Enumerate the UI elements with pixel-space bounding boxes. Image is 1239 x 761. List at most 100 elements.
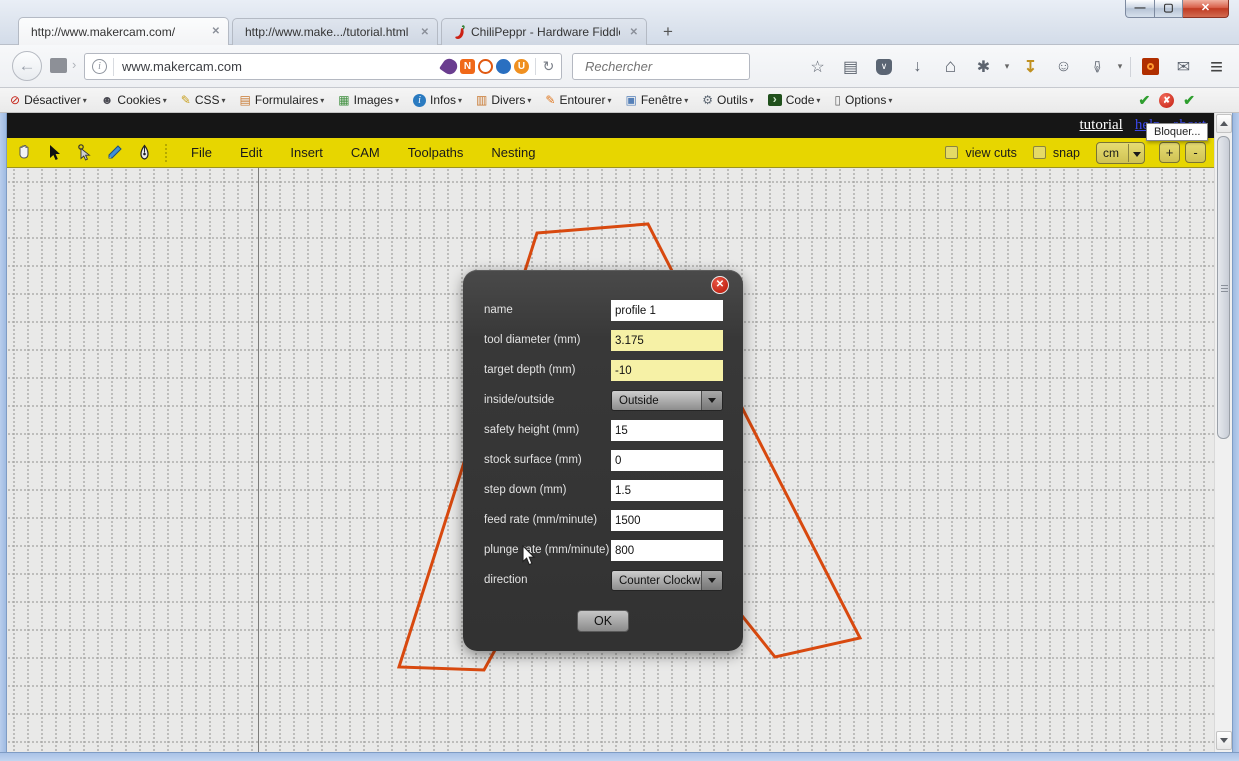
- ok-button[interactable]: OK: [577, 610, 629, 632]
- fly-addon-icon[interactable]: ✱: [967, 57, 1000, 77]
- zoom-out-button[interactable]: -: [1185, 142, 1206, 163]
- inside-outside-select[interactable]: Outside: [611, 390, 723, 411]
- name-input[interactable]: [611, 300, 723, 321]
- devbar-item-divers[interactable]: ▥Divers▾: [476, 93, 531, 107]
- snap-checkbox[interactable]: [1033, 146, 1046, 159]
- tool-diameter-input[interactable]: [611, 330, 723, 351]
- maximize-button[interactable]: ▢: [1155, 0, 1183, 18]
- devbar-item-code[interactable]: ›Code▾: [768, 93, 821, 107]
- pen-tool-button[interactable]: [131, 142, 157, 164]
- drawing-canvas[interactable]: ✕ name tool diameter (mm) target depth (…: [7, 168, 1214, 752]
- caret-icon: ▾: [83, 96, 87, 105]
- zoom-in-button[interactable]: +: [1159, 142, 1180, 163]
- tab-close-icon[interactable]: ✕: [630, 27, 638, 38]
- feed-rate-input[interactable]: [611, 510, 723, 531]
- plunge-rate-input[interactable]: [611, 540, 723, 561]
- devbar-item-formulaires[interactable]: ▤Formulaires▾: [240, 93, 325, 107]
- back-button[interactable]: ←: [12, 51, 42, 81]
- tutorial-link[interactable]: tutorial: [1080, 117, 1123, 134]
- tab-close-icon[interactable]: ✕: [212, 26, 220, 37]
- fireshot-icon[interactable]: [1142, 58, 1159, 75]
- home-icon[interactable]: ⌂: [934, 56, 967, 78]
- stock-surface-input[interactable]: [611, 450, 723, 471]
- disable-icon: ⊘: [10, 93, 20, 107]
- menu-file[interactable]: File: [191, 145, 212, 160]
- menu-edit[interactable]: Edit: [240, 145, 262, 160]
- page-scrollbar[interactable]: [1214, 113, 1232, 752]
- menu-insert[interactable]: Insert: [290, 145, 323, 160]
- devbar-item-css[interactable]: ✎CSS▾: [181, 93, 226, 107]
- field-row-tool-diameter: tool diameter (mm): [463, 330, 743, 351]
- mail-icon[interactable]: ✉: [1167, 57, 1200, 77]
- tab-chilipeppr[interactable]: ChiliPeppr - Hardware Fiddle ✕: [441, 18, 647, 45]
- bookmark-star-icon[interactable]: ☆: [801, 57, 834, 77]
- plugin-icon-2[interactable]: N: [460, 59, 475, 74]
- pencil-tool-button[interactable]: [101, 142, 127, 164]
- step-down-input[interactable]: [611, 480, 723, 501]
- plugin-icon-5[interactable]: U: [514, 59, 529, 74]
- direct-select-tool-button[interactable]: [71, 142, 97, 164]
- tab-tutorial[interactable]: http://www.make.../tutorial.html ✕: [232, 18, 438, 45]
- tab-makercam[interactable]: http://www.makercam.com/ ✕: [18, 17, 229, 45]
- plugin-icon-1[interactable]: [439, 56, 460, 77]
- devbar-label: Divers: [491, 93, 525, 107]
- reload-icon[interactable]: ↻: [535, 58, 561, 75]
- scrollbar-thumb[interactable]: [1217, 136, 1230, 439]
- safety-height-input[interactable]: [611, 420, 723, 441]
- valid-check-icon[interactable]: ✔: [1139, 92, 1151, 109]
- dialog-close-button[interactable]: ✕: [711, 276, 729, 294]
- downloadhelper-icon[interactable]: ↧: [1014, 57, 1047, 77]
- units-select[interactable]: cm: [1096, 142, 1145, 164]
- devbar-item-entourer[interactable]: ✎Entourer▾: [545, 93, 611, 107]
- devbar-item-cookies[interactable]: ☻Cookies▾: [101, 93, 167, 107]
- error-icon[interactable]: ✘: [1159, 93, 1174, 108]
- devbar-item-outils[interactable]: ⚙Outils▾: [702, 93, 753, 107]
- devbar-item-fenetre[interactable]: ▣Fenêtre▾: [626, 93, 689, 107]
- url-text[interactable]: www.makercam.com: [122, 59, 442, 74]
- site-info-icon[interactable]: i: [92, 59, 107, 74]
- close-window-button[interactable]: ✕: [1183, 0, 1229, 18]
- field-row-inside-outside: inside/outside Outside: [463, 390, 743, 411]
- menu-nesting[interactable]: Nesting: [491, 145, 535, 160]
- downloads-icon[interactable]: ↓: [901, 58, 934, 76]
- scroll-up-button[interactable]: [1216, 114, 1232, 133]
- select-tool-button[interactable]: [41, 142, 67, 164]
- new-tab-button[interactable]: +: [655, 22, 681, 44]
- divider: [1130, 57, 1131, 77]
- field-row-step-down: step down (mm): [463, 480, 743, 501]
- units-caret-icon: [1128, 144, 1144, 162]
- minimize-button[interactable]: —: [1125, 0, 1155, 18]
- menu-cam[interactable]: CAM: [351, 145, 380, 160]
- field-label: stock surface (mm): [484, 454, 582, 466]
- page-action-icon[interactable]: [50, 58, 67, 73]
- eyedropper-caret-icon[interactable]: ▾: [1113, 61, 1127, 72]
- fly-caret-icon[interactable]: ▾: [1000, 61, 1014, 72]
- window-controls: — ▢ ✕: [1125, 0, 1229, 18]
- target-depth-input[interactable]: [611, 360, 723, 381]
- pocket-icon[interactable]: ∨: [876, 59, 892, 75]
- field-row-safety-height: safety height (mm): [463, 420, 743, 441]
- valid-check-icon-2[interactable]: ✔: [1183, 92, 1195, 109]
- menu-toolpaths[interactable]: Toolpaths: [408, 145, 464, 160]
- search-bar[interactable]: [572, 53, 750, 80]
- direction-select[interactable]: Counter Clockwi: [611, 570, 723, 591]
- scroll-down-button[interactable]: [1216, 731, 1232, 750]
- devbar-item-desactiver[interactable]: ⊘Désactiver▾: [10, 93, 87, 107]
- devbar-item-images[interactable]: ▦Images▾: [338, 93, 399, 107]
- field-row-direction: direction Counter Clockwi: [463, 570, 743, 591]
- plugin-icon-4[interactable]: [496, 59, 511, 74]
- devbar-item-options[interactable]: ▯Options▾: [834, 93, 892, 107]
- view-cuts-checkbox[interactable]: [945, 146, 958, 159]
- web-developer-toolbar: ⊘Désactiver▾ ☻Cookies▾ ✎CSS▾ ▤Formulaire…: [0, 88, 1239, 113]
- plugin-icon-3[interactable]: [478, 59, 493, 74]
- devbar-item-infos[interactable]: iInfos▾: [413, 93, 462, 107]
- eyedropper-icon[interactable]: ✑: [1087, 50, 1107, 83]
- hamburger-menu-icon[interactable]: ≡: [1200, 54, 1233, 80]
- tab-close-icon[interactable]: ✕: [421, 27, 429, 38]
- chili-pepper-icon: [454, 25, 465, 40]
- search-input[interactable]: [585, 59, 763, 74]
- pan-tool-button[interactable]: [11, 142, 37, 164]
- smiley-addon-icon[interactable]: ☺: [1047, 58, 1080, 76]
- url-bar[interactable]: i www.makercam.com N U ↻: [84, 53, 562, 80]
- reading-list-icon[interactable]: ▤: [834, 57, 867, 77]
